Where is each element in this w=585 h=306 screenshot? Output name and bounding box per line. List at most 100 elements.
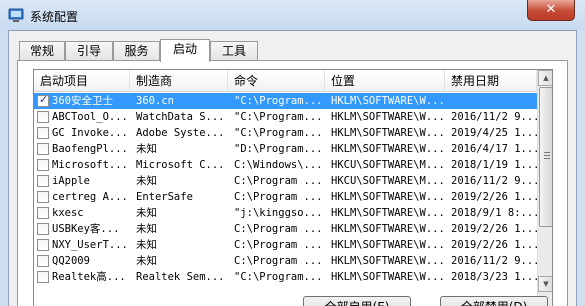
enable-checkbox[interactable] <box>37 239 49 251</box>
maker-cell: Microsoft C... <box>136 159 225 171</box>
enable-checkbox[interactable] <box>37 159 49 171</box>
enable-checkbox[interactable] <box>37 271 49 283</box>
enable-checkbox[interactable] <box>37 143 49 155</box>
command-cell: C:\Program ... <box>234 239 323 251</box>
column-header-command[interactable]: 命令 <box>228 70 325 92</box>
maker-cell: 未知 <box>136 207 157 219</box>
table-row[interactable]: BaofengPl... 未知 "D:\Program... HKLM\SOFTWAR… <box>34 141 537 157</box>
table-row[interactable]: 360安全卫士 360.cn "C:\Program... HKLM\SOFTWARE… <box>34 93 537 109</box>
maker-cell: 未知 <box>136 239 157 251</box>
table-row[interactable]: GC Invoke... Adobe Syste... "C:\Program...… <box>34 125 537 141</box>
enable-checkbox[interactable] <box>37 207 49 219</box>
maker-cell: 未知 <box>136 255 157 267</box>
enable-checkbox[interactable] <box>37 111 49 123</box>
startup-item-cell: Realtek高... <box>52 271 126 283</box>
table-row[interactable]: Microsoft... Microsoft C... C:\Windows\...… <box>34 157 537 173</box>
table-row[interactable]: ABCTool_O... WatchData S... "C:\Program...… <box>34 109 537 125</box>
list-header: 启动项目 制造商 命令 位置 禁用日期 <box>34 70 537 92</box>
column-header-item[interactable]: 启动项目 <box>34 70 130 92</box>
command-cell: "C:\Program... <box>234 127 323 139</box>
location-cell: HKLM\SOFTWARE\W... <box>331 127 445 139</box>
maker-cell: 未知 <box>136 175 157 187</box>
column-header-location[interactable]: 位置 <box>325 70 445 92</box>
enable-all-button[interactable]: 全部启用(E) <box>303 296 411 306</box>
table-row[interactable]: iApple 未知 C:\Program ... HKCU\SOFTWARE\M...… <box>34 173 537 189</box>
table-row[interactable]: kxesc 未知 "j:\kinggso... HKLM\SOFTWARE\W... 2… <box>34 205 537 221</box>
command-cell: "C:\Program... <box>234 95 323 107</box>
location-cell: HKLM\SOFTWARE\W... <box>331 255 445 267</box>
startup-item-cell: BaofengPl... <box>52 143 128 155</box>
command-cell: "D:\Program... <box>234 143 323 155</box>
system-config-icon <box>8 8 24 22</box>
startup-item-cell: ABCTool_O... <box>52 111 128 123</box>
enable-checkbox[interactable] <box>37 191 49 203</box>
disabled-date-cell: 2016/11/2 9... <box>451 175 537 187</box>
startup-item-cell: kxesc <box>52 207 84 219</box>
location-cell: HKLM\SOFTWARE\W... <box>331 207 445 219</box>
scroll-down-arrow-icon[interactable]: ▼ <box>538 276 552 292</box>
command-cell: "j:\kinggso... <box>234 207 323 219</box>
grip-icon <box>544 152 550 159</box>
enable-checkbox[interactable] <box>37 255 49 267</box>
command-cell: C:\Program ... <box>234 255 323 267</box>
location-cell: HKLM\SOFTWARE\W... <box>331 191 445 203</box>
location-cell: HKCU\SOFTWARE\M... <box>331 175 445 187</box>
maker-cell: 未知 <box>136 223 157 235</box>
startup-panel: 启动项目 制造商 命令 位置 禁用日期 360安全卫士 360.cn "C:\Pro… <box>17 60 568 306</box>
scroll-thumb[interactable] <box>539 87 552 227</box>
command-cell: C:\Windows\... <box>234 159 323 171</box>
disabled-date-cell: 2016/11/2 9... <box>451 255 537 267</box>
tab-general[interactable]: 常规 <box>19 41 65 61</box>
disabled-date-cell: 2016/11/2 9... <box>451 111 537 123</box>
startup-list: 启动项目 制造商 命令 位置 禁用日期 360安全卫士 360.cn "C:\Pro… <box>33 69 553 306</box>
startup-item-cell: iApple <box>52 175 90 187</box>
maker-cell: 未知 <box>136 143 157 155</box>
location-cell: HKLM\SOFTWARE\W... <box>331 95 445 107</box>
disabled-date-cell: 2019/2/26 1... <box>451 191 537 203</box>
command-cell: "C:\Program... <box>234 271 323 283</box>
enable-checkbox[interactable] <box>37 127 49 139</box>
title-bar[interactable]: 系统配置 ✕ <box>0 0 585 30</box>
table-row[interactable]: NXY_UserT... 未知 C:\Program ... HKLM\SOFTWAR… <box>34 237 537 253</box>
startup-item-cell: GC Invoke... <box>52 127 128 139</box>
tab-boot[interactable]: 引导 <box>65 41 113 61</box>
command-cell: "C:\Program... <box>234 111 323 123</box>
location-cell: HKLM\SOFTWARE\W... <box>331 271 445 283</box>
disabled-date-cell: 2019/2/26 1... <box>451 239 537 251</box>
column-header-maker[interactable]: 制造商 <box>130 70 228 92</box>
column-header-date[interactable]: 禁用日期 <box>445 70 537 92</box>
startup-item-cell: Microsoft... <box>52 159 128 171</box>
startup-item-cell: NXY_UserT... <box>52 239 128 251</box>
enable-checkbox[interactable] <box>37 93 49 107</box>
disabled-date-cell: 2016/4/17 1... <box>451 143 537 155</box>
startup-item-cell: USBKey客... <box>52 223 120 235</box>
close-button[interactable]: ✕ <box>527 0 575 21</box>
table-row[interactable]: Realtek高... Realtek Sem... "C:\Program... H… <box>34 269 537 285</box>
scroll-up-arrow-icon[interactable]: ▲ <box>538 70 552 86</box>
disabled-date-cell: 2019/2/26 1... <box>451 223 537 235</box>
startup-item-cell: 360安全卫士 <box>52 95 113 107</box>
startup-item-cell: certreg A... <box>52 191 128 203</box>
table-row[interactable]: USBKey客... 未知 C:\Program ... HKLM\SOFTWARE\… <box>34 221 537 237</box>
table-row[interactable]: QQ2009 未知 C:\Program ... HKLM\SOFTWARE\W...… <box>34 253 537 269</box>
vertical-scrollbar[interactable]: ▲ ▼ <box>537 70 552 306</box>
disabled-date-cell: 2018/3/23 1... <box>451 271 537 283</box>
maker-cell: EnterSafe <box>136 191 193 203</box>
tab-services[interactable]: 服务 <box>113 41 160 61</box>
enable-checkbox[interactable] <box>37 175 49 187</box>
tab-startup[interactable]: 启动 <box>160 39 210 62</box>
disabled-date-cell: 2019/4/25 1... <box>451 127 537 139</box>
enable-checkbox[interactable] <box>37 223 49 235</box>
maker-cell: Adobe Syste... <box>136 127 225 139</box>
maker-cell: 360.cn <box>136 95 174 107</box>
command-cell: C:\Program ... <box>234 223 323 235</box>
command-cell: C:\Program ... <box>234 175 323 187</box>
window-title: 系统配置 <box>30 10 79 24</box>
maker-cell: Realtek Sem... <box>136 271 225 283</box>
location-cell: HKCU\SOFTWARE\M... <box>331 159 445 171</box>
disable-all-button[interactable]: 全部禁用(D) <box>440 296 548 306</box>
location-cell: HKLM\SOFTWARE\W... <box>331 239 445 251</box>
startup-item-cell: QQ2009 <box>52 255 90 267</box>
table-row[interactable]: certreg A... EnterSafe C:\Program ... HKLM\… <box>34 189 537 205</box>
tab-tools[interactable]: 工具 <box>210 41 258 61</box>
